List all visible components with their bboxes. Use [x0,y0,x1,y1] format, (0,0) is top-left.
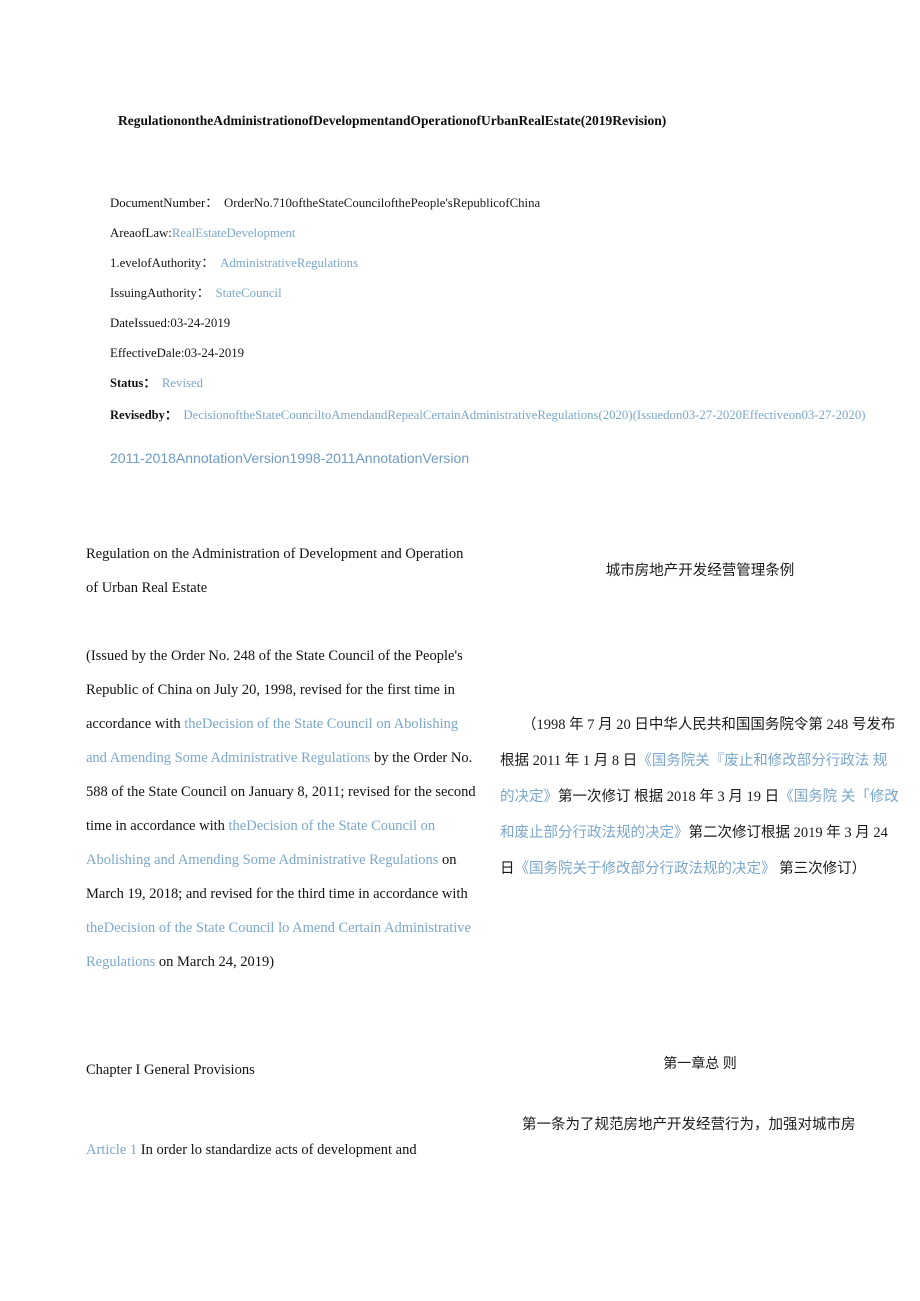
metadata-row-revised-by: Revisedby： DecisionoftheStateCounciltoAme… [110,404,900,426]
article-1-en: Article 1 In order lo standardize acts o… [86,1133,476,1167]
effective-date-label: EffectiveDale: [110,346,185,360]
regulation-title-zh: 城市房地产开发经营管理条例 [605,563,795,579]
chapter-heading-en: Chapter I General Provisions [86,1062,255,1078]
metadata-row-date-issued: DateIssued:03-24-2019 [110,308,900,338]
issuance-paragraph-zh: （1998 年 7 月 20 日中华人民共和国国务院令第 248 号发布 根据 … [500,707,900,887]
level-of-authority-label: 1.evelofAuthority： [110,256,215,270]
article-1-text-en: In order lo standardize acts of developm… [137,1142,417,1158]
article-1-zh: 第一条为了规范房地产开发经营行为，加强对城市房 [500,1107,900,1143]
page-title: RegulationontheAdministrationofDevelopme… [118,113,667,128]
metadata-row-effective-date: EffectiveDale:03-24-2019 [110,338,900,368]
annotation-versions-link[interactable]: 2011-2018AnnotationVersion1998-2011Annot… [110,450,469,466]
article-1-text-zh: 第一条为了规范房地产开发经营行为，加强对城市房 [522,1117,856,1133]
issuance-zh-text-2: 第一次修订 根据 2018 年 3 月 19 日 [558,789,780,805]
issuance-zh-text-4: 第三次修订） [775,861,867,877]
document-number-label: DocumentNumber： [110,196,219,210]
article-1-number[interactable]: Article 1 [86,1142,137,1158]
metadata-row-status: Status： Revised [110,368,900,398]
document-number-value: OrderNo.710oftheStateCouncilofthePeople'… [224,196,541,210]
area-of-law-label: AreaofLaw: [110,226,172,240]
issuance-en-link-3[interactable]: theDecision of the State Council lo Amen… [86,920,471,970]
revised-by-label: Revisedby： [110,408,178,422]
metadata-row-area-of-law: AreaofLaw:RealEstateDevelopment [110,218,900,248]
issuance-zh-link-3[interactable]: 《国务院关于修改部分行政法规的决定》 [515,861,776,877]
metadata-row-issuing-authority: IssuingAuthority： StateCouncil [110,278,900,308]
status-label: Status： [110,376,156,390]
issuing-authority-label: IssuingAuthority： [110,286,210,300]
issuance-en-text-4: on March 24, 2019) [155,954,275,970]
status-badge: Revised [161,376,204,390]
area-of-law-link[interactable]: RealEstateDevelopment [172,226,296,240]
date-issued-label: DateIssued: [110,316,171,330]
metadata-row-level-of-authority: 1.evelofAuthority： AdministrativeRegulati… [110,248,900,278]
chapter-heading-zh: 第一章总 则 [663,1057,737,1072]
regulation-title-en: Regulation on the Administration of Deve… [86,546,464,596]
effective-date-value: 03-24-2019 [184,346,245,360]
level-of-authority-link[interactable]: AdministrativeRegulations [220,256,358,270]
metadata-row-document-number: DocumentNumber： OrderNo.710oftheStateCoun… [110,188,900,218]
date-issued-value: 03-24-2019 [170,316,231,330]
document-metadata: DocumentNumber： OrderNo.710oftheStateCoun… [110,188,900,426]
document-page: RegulationontheAdministrationofDevelopme… [0,0,920,1301]
revised-by-link[interactable]: DecisionoftheStateCounciltoAmendandRepea… [183,408,865,422]
issuance-paragraph-en: (Issued by the Order No. 248 of the Stat… [86,639,476,979]
issuing-authority-link[interactable]: StateCouncil [216,286,282,300]
